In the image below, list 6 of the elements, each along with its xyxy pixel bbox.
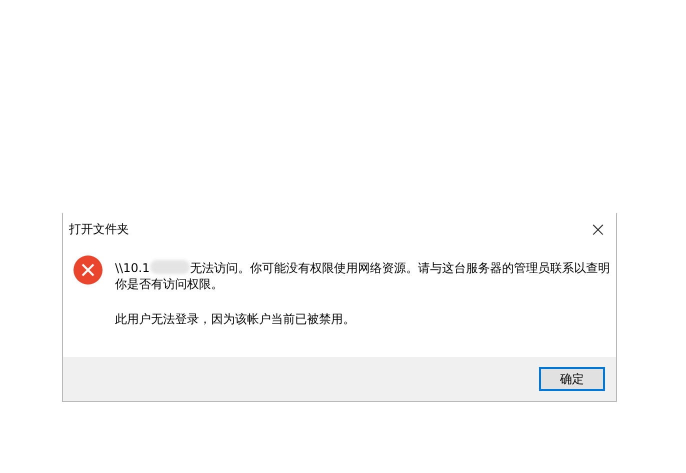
- error-detail: 此用户无法登录，因为该帐户当前已被禁用。: [115, 311, 356, 327]
- error-icon: [73, 255, 103, 285]
- window-title: 打开文件夹: [69, 220, 129, 238]
- error-message: \\10.1 无法访问。你可能没有权限使用网络资源。请与这台服务器的管理员联系以查明你是否有访问权限。: [115, 260, 611, 292]
- ok-button[interactable]: 确定: [539, 367, 605, 391]
- close-button[interactable]: ×: [580, 214, 616, 244]
